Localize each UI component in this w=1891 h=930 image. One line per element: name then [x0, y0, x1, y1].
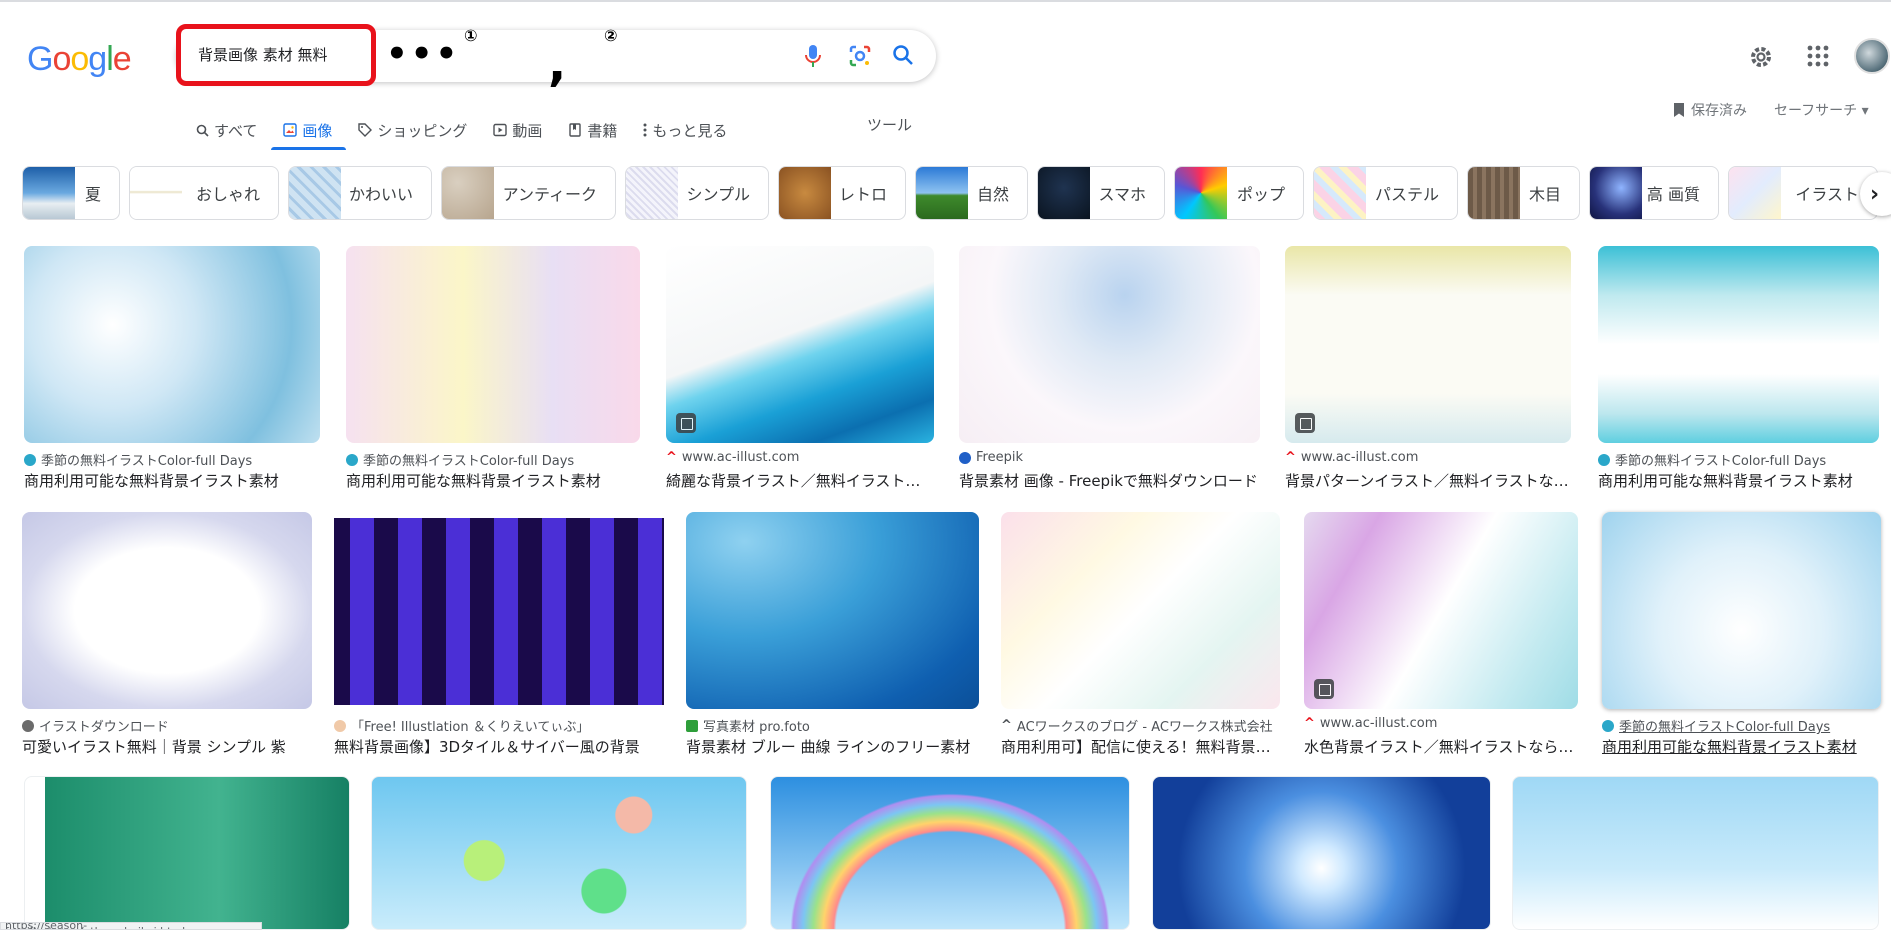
search-tabs: すべて 画像 ショッピング 動画 書籍 もっと見る [196, 112, 753, 150]
logo-letter: G [27, 40, 53, 78]
top-border [0, 0, 1891, 2]
result-image[interactable] [1285, 246, 1571, 443]
result-image[interactable] [1602, 512, 1881, 709]
site-favicon: ^ [1304, 716, 1315, 731]
result-image[interactable] [334, 518, 664, 705]
annotation-mark-1: ① [464, 26, 478, 45]
result-image[interactable] [1152, 776, 1491, 930]
logo-letter: e [112, 40, 132, 78]
result-image[interactable] [346, 246, 640, 443]
site-favicon: ^ [1001, 718, 1012, 733]
chip-pastel[interactable]: パステル [1313, 166, 1458, 220]
site-favicon: ^ [1285, 450, 1296, 465]
annotation-mark-2: ② [604, 26, 618, 45]
tab-all[interactable]: すべて [196, 112, 257, 148]
result-image[interactable] [686, 512, 979, 709]
chip-woodgrain[interactable]: 木目 [1467, 166, 1580, 220]
play-icon [493, 123, 508, 137]
tools-button[interactable]: ツール [867, 112, 912, 148]
tab-books[interactable]: 書籍 [568, 112, 617, 148]
google-logo[interactable]: Google [27, 40, 132, 78]
result-title[interactable]: 商用利用可】配信に使える！無料背景素材 [1001, 736, 1280, 757]
tab-shopping[interactable]: ショッピング [358, 112, 467, 148]
saved-link[interactable]: 保存済み [1673, 100, 1747, 120]
microphone-icon[interactable] [803, 44, 823, 72]
search-icon[interactable] [892, 44, 914, 70]
result-title[interactable]: 商用利用可能な無料背景イラスト素材 [1598, 470, 1879, 491]
result-image[interactable] [1512, 776, 1879, 930]
result-title[interactable]: 背景素材 画像 - Freepikで無料ダウンロード [959, 470, 1260, 491]
image-badge-icon [676, 413, 696, 433]
tab-images[interactable]: 画像 [271, 112, 347, 150]
chip-cute[interactable]: かわいい [288, 166, 432, 220]
result-image[interactable] [22, 512, 312, 709]
result-title[interactable]: 綺麗な背景イラスト／無料イラストなら「イ [666, 470, 934, 491]
result-title[interactable]: 背景素材 ブルー 曲線 ラインのフリー素材 [686, 736, 979, 757]
result-image[interactable] [770, 776, 1130, 930]
status-bar-url: https://season-freeillust.com/others_hai… [0, 922, 262, 930]
apps-grid-icon[interactable] [1807, 45, 1829, 71]
result-title[interactable]: 無料背景画像】3Dタイル＆サイバー風の背景 [334, 736, 664, 757]
result-image[interactable] [959, 246, 1260, 443]
tab-more[interactable]: もっと見る [643, 112, 727, 148]
chip-simple[interactable]: シンプル [625, 166, 769, 220]
logo-letter: g [88, 40, 107, 78]
site-favicon [1602, 719, 1614, 732]
refinement-chips: 夏 おしゃれ かわいい アンティーク シンプル レトロ 自然 スマホ ポップ パ… [22, 166, 1878, 220]
tag-icon [358, 123, 373, 137]
book-icon [569, 123, 582, 137]
chip-retro[interactable]: レトロ [778, 166, 906, 220]
chip-pop[interactable]: ポップ [1174, 166, 1304, 220]
search-input[interactable]: 背景画像 素材 無料 [198, 44, 328, 65]
result-title[interactable]: 商用利用可能な無料背景イラスト素材 [346, 470, 640, 491]
chip-stylish[interactable]: おしゃれ [129, 166, 279, 220]
search-icon [196, 124, 209, 137]
chip-nature[interactable]: 自然 [915, 166, 1028, 220]
result-image[interactable] [1598, 246, 1879, 443]
result-title[interactable]: 可愛いイラスト無料｜背景 シンプル 紫 [22, 736, 312, 757]
chip-smartphone[interactable]: スマホ [1037, 166, 1165, 220]
settings-gear-icon[interactable] [1748, 44, 1774, 74]
safesearch-dropdown[interactable]: セーフサーチ ▾ [1774, 100, 1869, 120]
result-title[interactable]: 商用利用可能な無料背景イラスト素材 [1602, 736, 1881, 757]
chip-high-quality[interactable]: 高 画質 [1589, 166, 1719, 220]
site-favicon [346, 453, 358, 466]
result-image[interactable] [666, 246, 934, 443]
image-icon [283, 123, 298, 137]
site-favicon [959, 451, 971, 464]
result-image[interactable] [24, 776, 350, 930]
annotation-comma: , [548, 36, 567, 92]
site-favicon: ^ [666, 450, 677, 465]
result-image[interactable] [1001, 512, 1280, 709]
bookmark-icon [1674, 103, 1684, 117]
account-avatar[interactable] [1854, 38, 1890, 74]
chip-antique[interactable]: アンティーク [441, 166, 616, 220]
more-vert-icon [643, 123, 647, 137]
result-image[interactable] [1304, 512, 1578, 709]
site-favicon [334, 719, 346, 732]
image-badge-icon [1295, 413, 1315, 433]
site-favicon [1598, 453, 1610, 466]
annotation-dots: ••• [386, 34, 461, 74]
result-image[interactable] [24, 246, 320, 443]
tab-videos[interactable]: 動画 [493, 112, 542, 148]
result-image[interactable] [371, 776, 747, 930]
logo-letter: o [70, 40, 89, 78]
page: { "logo": {"text": "Google"}, "search": … [0, 0, 1891, 930]
chip-illustration[interactable]: イラスト [1728, 166, 1878, 220]
site-favicon [24, 453, 36, 466]
logo-letter: o [52, 40, 71, 78]
google-lens-icon[interactable] [848, 44, 872, 72]
image-badge-icon [1314, 679, 1334, 699]
site-favicon [22, 719, 34, 732]
chip-summer[interactable]: 夏 [22, 166, 120, 220]
site-favicon [686, 719, 698, 732]
result-title[interactable]: 背景パターンイラスト／無料イラストなら「 [1285, 470, 1571, 491]
result-title[interactable]: 水色背景イラスト／無料イラストなら「イ [1304, 736, 1578, 757]
result-title[interactable]: 商用利用可能な無料背景イラスト素材 [24, 470, 320, 491]
